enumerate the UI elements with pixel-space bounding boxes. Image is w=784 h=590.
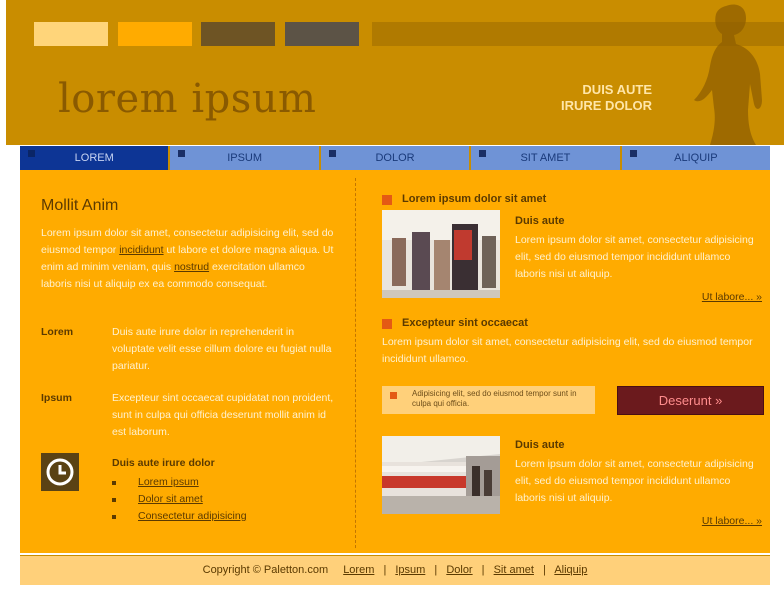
square-icon xyxy=(382,195,392,205)
article-thumbnail[interactable] xyxy=(382,436,500,514)
nav-item-label: SIT AMET xyxy=(520,152,571,164)
footer-link-lorem[interactable]: Lorem xyxy=(343,564,374,576)
footer-separator: | xyxy=(383,564,387,576)
section-title: Mollit Anim xyxy=(41,197,119,214)
header: lorem ipsum DUIS AUTE IRURE DOLOR xyxy=(6,0,784,145)
list-link[interactable]: Dolor sit amet xyxy=(138,493,203,505)
deserunt-button[interactable]: Deserunt » xyxy=(617,386,764,415)
tagline-line: IRURE DOLOR xyxy=(561,98,652,113)
nav-item-label: ALIQUIP xyxy=(674,152,718,164)
square-icon xyxy=(28,150,35,157)
read-more-link[interactable]: Ut labore... » xyxy=(702,515,762,527)
nav-item-lorem[interactable]: LOREM xyxy=(20,146,171,170)
article-heading: Excepteur sint occaecat xyxy=(402,317,528,329)
list-item[interactable]: Dolor sit amet xyxy=(112,491,247,508)
square-icon xyxy=(178,150,186,157)
footer-link-dolor[interactable]: Dolor xyxy=(446,564,472,576)
list-item[interactable]: Lorem ipsum xyxy=(112,474,247,491)
footer-link-sit-amet[interactable]: Sit amet xyxy=(494,564,534,576)
list-link[interactable]: Consectetur adipisicing xyxy=(138,510,247,522)
definition-text: Excepteur sint occaecat cupidatat non pr… xyxy=(112,392,334,438)
article-text: Lorem ipsum dolor sit amet, consectetur … xyxy=(382,336,753,365)
definition-term: Lorem xyxy=(41,326,74,338)
square-icon xyxy=(382,319,392,329)
footer-link-ipsum[interactable]: Ipsum xyxy=(395,564,425,576)
main-content: Mollit Anim Lorem ipsum dolor sit amet, … xyxy=(20,170,770,553)
article-subtitle: Duis aute xyxy=(515,215,565,227)
clock-icon xyxy=(41,453,79,491)
nav-item-label: IPSUM xyxy=(227,152,263,164)
intro-paragraph: Lorem ipsum dolor sit amet, consectetur … xyxy=(41,225,337,293)
bullet-icon xyxy=(112,498,116,502)
nav-item-ipsum[interactable]: IPSUM xyxy=(170,146,321,170)
column-divider xyxy=(355,178,356,548)
definition-text: Duis aute irure dolor in reprehenderit i… xyxy=(112,326,332,372)
color-swatch xyxy=(118,22,192,46)
article-text: Lorem ipsum dolor sit amet, consectetur … xyxy=(515,458,754,504)
definition-term: Ipsum xyxy=(41,392,72,404)
square-icon xyxy=(479,150,487,157)
nav-item-label: DOLOR xyxy=(375,152,415,164)
tagline-line: DUIS AUTE xyxy=(582,82,652,97)
nav-item-dolor[interactable]: DOLOR xyxy=(320,146,472,170)
copyright-text: Copyright © Paletton.com xyxy=(202,564,329,576)
nav-item-label: LOREM xyxy=(74,152,114,164)
footer-link-aliquip[interactable]: Aliquip xyxy=(554,564,587,576)
footer-separator: | xyxy=(434,564,438,576)
intro-link[interactable]: incididunt xyxy=(119,244,163,256)
color-swatch xyxy=(201,22,275,46)
notice-text: Adipisicing elit, sed do eiusmod tempor … xyxy=(412,389,577,408)
site-logo[interactable]: lorem ipsum xyxy=(58,76,316,122)
square-icon xyxy=(629,150,637,157)
article-thumbnail[interactable] xyxy=(382,210,500,298)
subheading: Duis aute irure dolor xyxy=(112,457,215,469)
footer: Copyright © Paletton.com Lorem | Ipsum |… xyxy=(20,555,770,585)
header-tagline: DUIS AUTE IRURE DOLOR xyxy=(561,82,652,114)
article-text: Lorem ipsum dolor sit amet, consectetur … xyxy=(515,234,754,280)
link-list: Lorem ipsum Dolor sit amet Consectetur a… xyxy=(112,474,247,525)
footer-separator: | xyxy=(481,564,485,576)
article-heading: Lorem ipsum dolor sit amet xyxy=(402,193,547,205)
list-item[interactable]: Consectetur adipisicing xyxy=(112,508,247,525)
bullet-icon xyxy=(112,515,116,519)
list-link[interactable]: Lorem ipsum xyxy=(138,476,199,488)
nav-item-sit-amet[interactable]: SIT AMET xyxy=(471,146,622,170)
main-nav: LOREM IPSUM DOLOR SIT AMET ALIQUIP xyxy=(20,146,771,170)
read-more-link[interactable]: Ut labore... » xyxy=(702,291,762,303)
color-swatch xyxy=(34,22,108,46)
color-swatch xyxy=(285,22,359,46)
article-subtitle: Duis aute xyxy=(515,439,565,451)
nav-item-aliquip[interactable]: ALIQUIP xyxy=(621,146,771,170)
square-icon xyxy=(328,150,336,157)
footer-separator: | xyxy=(543,564,546,576)
silhouette-image xyxy=(694,4,762,145)
notice-box: Adipisicing elit, sed do eiusmod tempor … xyxy=(382,386,595,414)
square-icon xyxy=(390,392,397,399)
bullet-icon xyxy=(112,481,116,485)
intro-link[interactable]: nostrud xyxy=(174,261,209,273)
page: lorem ipsum DUIS AUTE IRURE DOLOR LOREM … xyxy=(0,0,784,590)
